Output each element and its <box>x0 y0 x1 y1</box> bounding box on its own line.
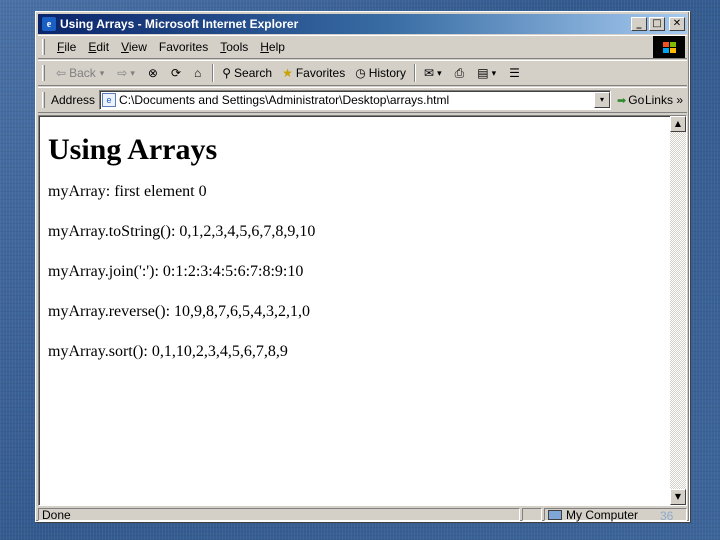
menu-file[interactable]: File <box>51 40 82 54</box>
computer-icon <box>548 509 562 520</box>
addressbar-grip[interactable] <box>42 92 45 108</box>
favorites-star-icon: ★ <box>282 66 293 80</box>
zone-label: My Computer <box>566 507 639 522</box>
address-bar: Address e C:\Documents and Settings\Admi… <box>38 87 687 113</box>
status-text: Done <box>38 508 520 522</box>
page-icon: e <box>102 93 117 107</box>
menu-tools[interactable]: Tools <box>214 40 254 54</box>
window-controls: _ □ ✕ <box>631 17 687 31</box>
output-line: myArray.join(':'): 0:1:2:3:4:5:6:7:8:9:1… <box>48 263 304 280</box>
status-bar: Done My Computer <box>38 507 687 522</box>
history-button[interactable]: ◷ History <box>350 66 411 80</box>
go-button[interactable]: ➡ Go <box>617 93 644 107</box>
favorites-button[interactable]: ★ Favorites <box>277 66 350 80</box>
output-line: myArray.sort(): 0,1,10,2,3,4,5,6,7,8,9 <box>48 343 288 360</box>
toolbar-grip[interactable] <box>42 65 45 81</box>
back-label: Back <box>69 66 96 80</box>
back-arrow-icon: ⇦ <box>56 66 67 80</box>
page-content: Using Arrays myArray: first element 0 my… <box>39 116 670 505</box>
minimize-button[interactable]: _ <box>631 17 647 31</box>
menu-bar: File Edit View Favorites Tools Help <box>38 35 687 59</box>
forward-arrow-icon: ⇨ <box>117 66 128 80</box>
stop-icon: ⊗ <box>147 66 158 80</box>
status-progress-cell <box>522 508 542 521</box>
stop-button[interactable]: ⊗ <box>143 66 166 80</box>
discuss-icon: ☰ <box>509 66 520 80</box>
menu-edit[interactable]: Edit <box>82 40 115 54</box>
menu-view[interactable]: View <box>115 40 153 54</box>
go-label: Go <box>628 93 645 107</box>
forward-dropdown-icon[interactable]: ▾ <box>130 68 135 79</box>
edit-dropdown-icon: ▾ <box>491 67 497 78</box>
links-button[interactable]: Links » <box>645 93 683 107</box>
windows-logo-icon <box>653 36 685 58</box>
edit-button[interactable]: ▤ ▾ <box>472 66 504 80</box>
search-icon: ⚲ <box>222 66 232 80</box>
address-dropdown-icon[interactable]: ▾ <box>594 92 611 108</box>
go-arrow-icon: ➡ <box>617 94 627 107</box>
address-label: Address <box>51 93 96 107</box>
history-icon: ◷ <box>355 66 366 80</box>
title-bar[interactable]: e Using Arrays - Microsoft Internet Expl… <box>38 14 687 34</box>
discuss-button[interactable]: ☰ <box>504 66 528 80</box>
page-heading: Using Arrays <box>48 133 218 166</box>
menu-favorites[interactable]: Favorites <box>153 40 214 54</box>
mail-dropdown-icon: ▾ <box>437 67 442 78</box>
address-value[interactable]: C:\Documents and Settings\Administrator\… <box>119 93 594 107</box>
toolbar-separator <box>212 64 215 82</box>
edit-icon: ▤ <box>477 66 489 80</box>
favorites-label: Favorites <box>295 66 346 80</box>
standard-toolbar: ⇦ Back ▾ ⇨ ▾ ⊗ ⟳ ⌂ ⚲ Search ★ Favorites … <box>38 60 687 86</box>
mail-button[interactable]: ✉ ▾ <box>419 66 450 80</box>
history-label: History <box>368 66 407 80</box>
address-input[interactable]: e C:\Documents and Settings\Administrato… <box>99 90 612 110</box>
back-dropdown-icon[interactable]: ▾ <box>100 68 105 79</box>
document-viewport: Using Arrays myArray: first element 0 my… <box>38 115 687 506</box>
ie-app-icon[interactable]: e <box>42 17 56 31</box>
search-button[interactable]: ⚲ Search <box>217 66 277 80</box>
output-line: myArray.reverse(): 10,9,8,7,6,5,4,3,2,1,… <box>48 303 311 320</box>
print-button[interactable]: ⎙ <box>450 66 473 81</box>
output-line: myArray: first element 0 <box>48 183 207 200</box>
search-label: Search <box>234 66 273 80</box>
home-icon: ⌂ <box>194 66 202 80</box>
close-button[interactable]: ✕ <box>669 17 685 31</box>
print-icon: ⎙ <box>454 65 465 80</box>
refresh-button[interactable]: ⟳ <box>166 66 189 80</box>
back-button[interactable]: ⇦ Back ▾ <box>51 66 112 80</box>
output-line: myArray.toString(): 0,1,2,3,4,5,6,7,8,9,… <box>48 223 316 240</box>
browser-window: e Using Arrays - Microsoft Internet Expl… <box>35 11 690 522</box>
slide-number: 36 <box>660 509 674 523</box>
refresh-icon: ⟳ <box>170 66 181 80</box>
menu-help[interactable]: Help <box>254 40 291 54</box>
home-button[interactable]: ⌂ <box>189 66 209 80</box>
forward-button[interactable]: ⇨ ▾ <box>112 66 143 80</box>
vertical-scrollbar[interactable]: ▲ ▼ <box>670 116 686 505</box>
window-title: Using Arrays - Microsoft Internet Explor… <box>60 17 299 31</box>
mail-icon: ✉ <box>424 66 435 80</box>
toolbar-separator <box>414 64 417 82</box>
scroll-up-button[interactable]: ▲ <box>670 116 686 132</box>
menubar-grip[interactable] <box>42 39 45 55</box>
scroll-down-button[interactable]: ▼ <box>670 489 686 505</box>
maximize-button[interactable]: □ <box>649 17 665 31</box>
